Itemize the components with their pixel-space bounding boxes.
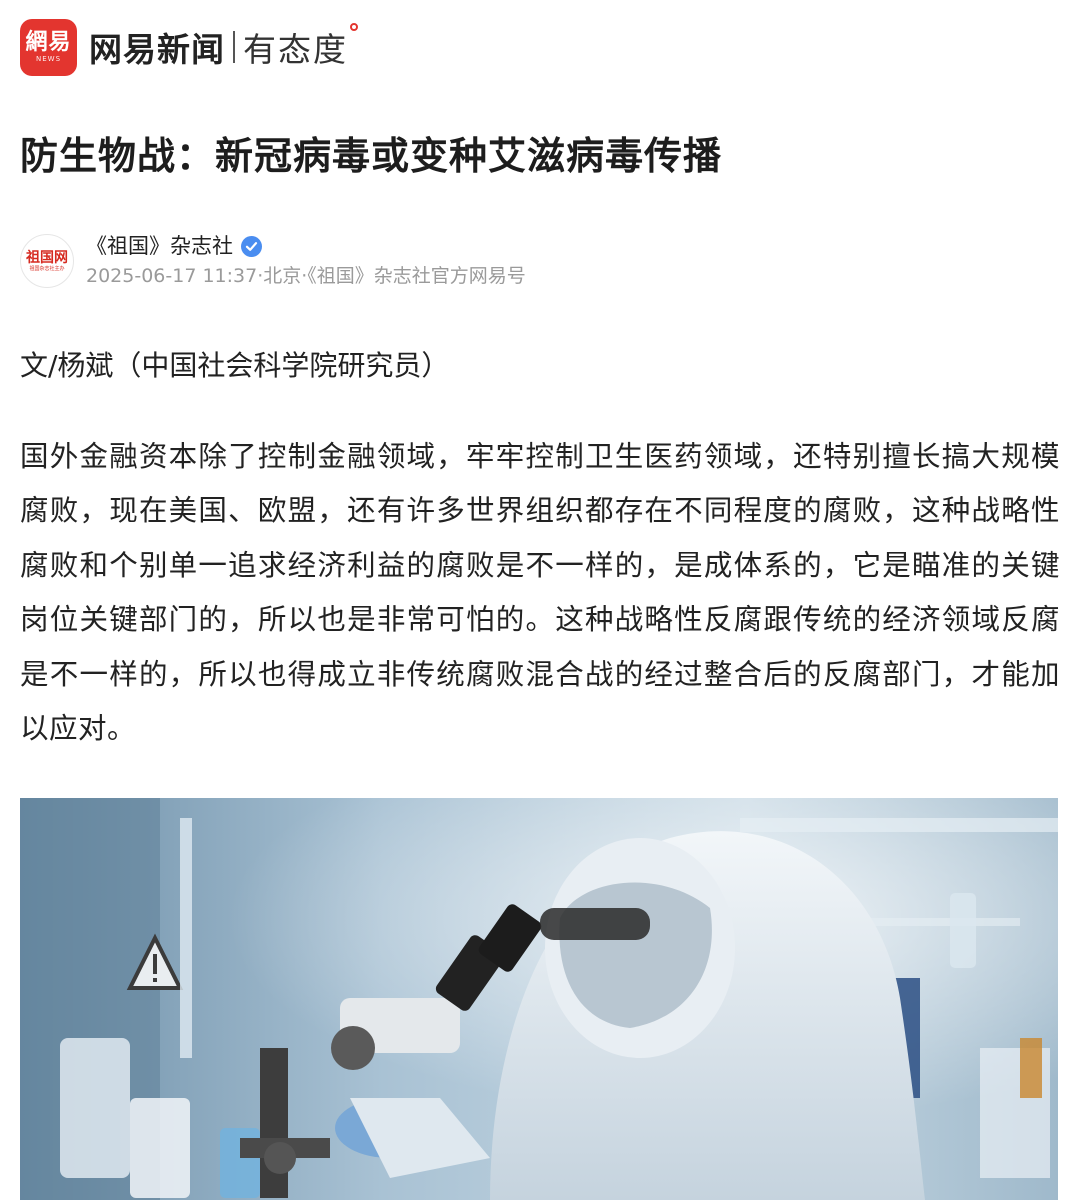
author-name[interactable]: 《祖国》杂志社: [86, 232, 233, 260]
brand-slogan-text: 有态度: [243, 30, 348, 69]
brand-name: 网易新闻: [89, 30, 225, 69]
app-header: 網易 NEWS 网易新闻 有态度: [20, 18, 358, 76]
logo-sub: NEWS: [35, 54, 62, 63]
checkmark-icon: [245, 241, 258, 251]
author-name-row: 《祖国》杂志社: [86, 232, 526, 260]
author-avatar[interactable]: 祖国网 祖国杂志社主办: [20, 234, 74, 288]
netease-news-logo[interactable]: 網易 NEWS: [20, 18, 77, 76]
brand-dot-icon: [350, 23, 358, 31]
lab-scientist-microscope-image: [20, 798, 1058, 1200]
logo-text: 網易: [25, 29, 72, 55]
avatar-sub: 祖国杂志社主办: [29, 265, 65, 272]
article-page: 網易 NEWS 网易新闻 有态度 防生物战：新冠病毒或变种艾滋病毒传播 祖国网 …: [0, 0, 1071, 1200]
article-body: 国外金融资本除了控制金融领域，牢牢控制卫生医药领域，还特别擅长搞大规模腐败，现在…: [20, 440, 1060, 746]
brand-slogan: 有态度: [243, 23, 358, 71]
verified-badge-icon: [241, 235, 262, 257]
avatar-text: 祖国网: [26, 249, 68, 266]
article-byline: 文/杨斌（中国社会科学院研究员）: [20, 349, 450, 382]
publish-info: 2025-06-17 11:37·北京·《祖国》杂志社官方网易号: [86, 265, 526, 287]
author-row: 祖国网 祖国杂志社主办 《祖国》杂志社 2025-06-17 11:37·北京·…: [20, 232, 526, 290]
author-meta: 《祖国》杂志社 2025-06-17 11:37·北京·《祖国》杂志社官方网易号: [86, 232, 526, 290]
lab-photo[interactable]: [20, 798, 1058, 1200]
article-title: 防生物战：新冠病毒或变种艾滋病毒传播: [20, 134, 723, 178]
brand-divider: [233, 31, 235, 63]
